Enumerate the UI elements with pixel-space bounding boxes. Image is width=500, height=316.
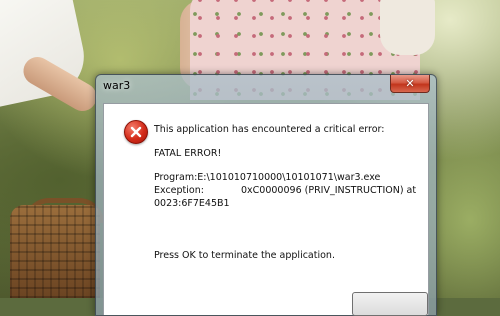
photo-sleeve	[380, 0, 435, 55]
terminate-instruction-text: Press OK to terminate the application.	[154, 250, 335, 261]
exception-value: 0xC0000096 (PRIV_INSTRUCTION) at	[241, 185, 417, 196]
ok-button[interactable]	[352, 292, 428, 316]
window-title: war3	[103, 79, 131, 92]
error-header-text: This application has encountered a criti…	[154, 124, 385, 135]
close-button[interactable]: ✕	[390, 75, 430, 93]
fatal-error-text: FATAL ERROR!	[154, 148, 222, 159]
title-bar[interactable]: war3 ✕	[96, 75, 436, 96]
error-icon	[124, 120, 148, 144]
program-path-text: Program:E:\101010710000\10101071\war3.ex…	[154, 172, 381, 183]
photo-basket	[10, 205, 100, 298]
exception-address: 0023:6F7E45B1	[154, 198, 230, 209]
error-dialog-window: war3 ✕ This application has encountered …	[95, 74, 437, 316]
dialog-content: This application has encountered a criti…	[103, 103, 429, 316]
close-icon: ✕	[405, 77, 415, 90]
